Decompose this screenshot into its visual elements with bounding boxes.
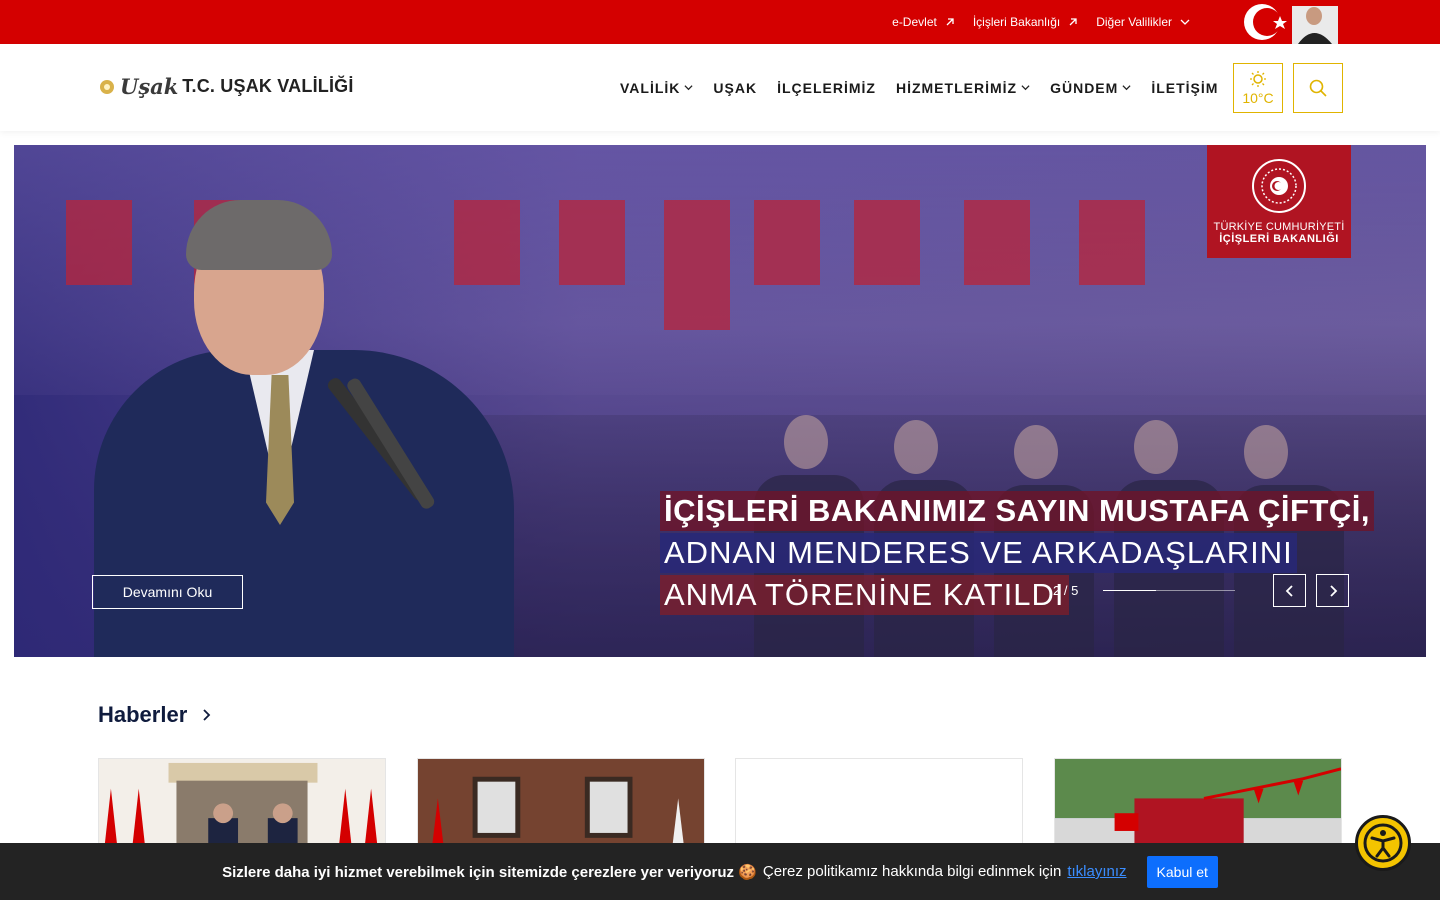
news-title-text: Haberler — [98, 702, 188, 727]
cookie-consent-bar: Sizlere daha iyi hizmet verebilmek için … — [0, 843, 1440, 900]
external-link-icon — [946, 18, 954, 26]
search-icon — [1309, 79, 1327, 97]
slide-counter: 2 / 5 — [1053, 583, 1079, 598]
chevron-right-icon — [1329, 584, 1337, 597]
brand-script: Uşak — [120, 74, 179, 99]
cookie-policy-link[interactable]: tıklayınız — [1067, 863, 1126, 880]
nav-usak[interactable]: UŞAK — [713, 80, 757, 96]
e-devlet-link[interactable]: e-Devlet — [892, 15, 955, 29]
accept-cookies-button[interactable]: Kabul et — [1146, 855, 1218, 888]
nav-label: GÜNDEM — [1050, 79, 1119, 96]
slide-caption[interactable]: İÇİŞLERİ BAKANIMIZ SAYIN MUSTAFA ÇİFTÇİ,… — [660, 491, 1375, 617]
background-flag — [1079, 200, 1145, 285]
main-header: Uşak T.C. UŞAK VALİLİĞİ VALİLİK UŞAK İLÇ… — [0, 44, 1440, 131]
usak-emblem-icon — [100, 79, 114, 94]
caption-line-3: ANMA TÖRENİNE KATILDI — [660, 575, 1069, 615]
read-more-button[interactable]: Devamını Oku — [92, 575, 243, 609]
slide-progress-fill — [1103, 590, 1156, 591]
brand-title: T.C. UŞAK VALİLİĞİ — [182, 76, 354, 96]
slide-progress-bar — [1103, 590, 1235, 591]
nav-ilcelerimiz[interactable]: İLÇELERİMİZ — [777, 80, 876, 96]
weather-widget[interactable]: 10°C — [1233, 63, 1283, 113]
chevron-down-icon — [1122, 85, 1131, 91]
top-links: e-Devlet İçişleri Bakanlığı Diğer Valili… — [892, 0, 1190, 44]
nav-iletisim[interactable]: İLETİŞİM — [1151, 80, 1218, 96]
chevron-down-icon — [684, 85, 693, 91]
top-bar: e-Devlet İçişleri Bakanlığı Diğer Valili… — [0, 0, 1440, 44]
weather-temp: 10°C — [1242, 90, 1274, 106]
e-devlet-label: e-Devlet — [892, 15, 937, 29]
background-flag — [559, 200, 625, 285]
cookie-message: Sizlere daha iyi hizmet verebilmek için … — [222, 863, 757, 881]
background-flag — [754, 200, 820, 285]
cookie-policy-text: Çerez politikamız hakkında bilgi edinmek… — [762, 863, 1062, 880]
chevron-left-icon — [1285, 584, 1293, 597]
ministry-line1: TÜRKİYE CUMHURİYETİ — [1213, 220, 1345, 233]
sun-icon — [1250, 71, 1266, 87]
other-governorships-label: Diğer Valilikler — [1096, 15, 1172, 29]
external-link-icon — [1069, 18, 1077, 26]
nav-valilik[interactable]: VALİLİK — [620, 80, 693, 96]
background-flag — [854, 200, 920, 285]
background-flag — [964, 200, 1030, 285]
turkish-flag-ataturk-logo — [1244, 4, 1338, 44]
prev-slide-button[interactable] — [1273, 574, 1306, 607]
next-slide-button[interactable] — [1316, 574, 1349, 607]
nav-label: İLÇELERİMİZ — [777, 79, 876, 96]
accessibility-button[interactable] — [1355, 815, 1411, 871]
nav-label: UŞAK — [713, 79, 758, 96]
chevron-right-icon — [203, 709, 211, 721]
ministry-seal-icon — [1252, 158, 1306, 213]
ministry-badge: TÜRKİYE CUMHURİYETİ İÇİŞLERİ BAKANLIĞI — [1207, 145, 1351, 258]
background-flag — [664, 200, 730, 330]
site-logo[interactable]: Uşak T.C. UŞAK VALİLİĞİ — [98, 74, 354, 99]
news-section-title[interactable]: Haberler — [98, 702, 211, 728]
ministry-line2: İÇİŞLERİ BAKANLIĞI — [1219, 232, 1339, 245]
nav-label: VALİLİK — [620, 79, 681, 96]
chevron-down-icon — [1180, 19, 1190, 25]
nav-gundem[interactable]: GÜNDEM — [1050, 80, 1131, 96]
main-nav: VALİLİK UŞAK İLÇELERİMİZ HİZMETLERİMİZ G… — [620, 44, 1218, 131]
search-button[interactable] — [1293, 63, 1343, 113]
caption-line-2: ADNAN MENDERES VE ARKADAŞLARINI — [660, 533, 1297, 573]
nav-label: HİZMETLERİMİZ — [895, 79, 1018, 96]
accessibility-icon — [1363, 823, 1403, 863]
other-governorships-dropdown[interactable]: Diğer Valilikler — [1096, 15, 1190, 29]
nav-label: İLETİŞİM — [1151, 79, 1219, 96]
caption-line-1: İÇİŞLERİ BAKANIMIZ SAYIN MUSTAFA ÇİFTÇİ, — [660, 491, 1375, 531]
chevron-down-icon — [1021, 85, 1030, 91]
ministry-label: İçişleri Bakanlığı — [972, 15, 1061, 29]
nav-hizmetlerimiz[interactable]: HİZMETLERİMİZ — [896, 80, 1030, 96]
ministry-link[interactable]: İçişleri Bakanlığı — [973, 15, 1078, 29]
